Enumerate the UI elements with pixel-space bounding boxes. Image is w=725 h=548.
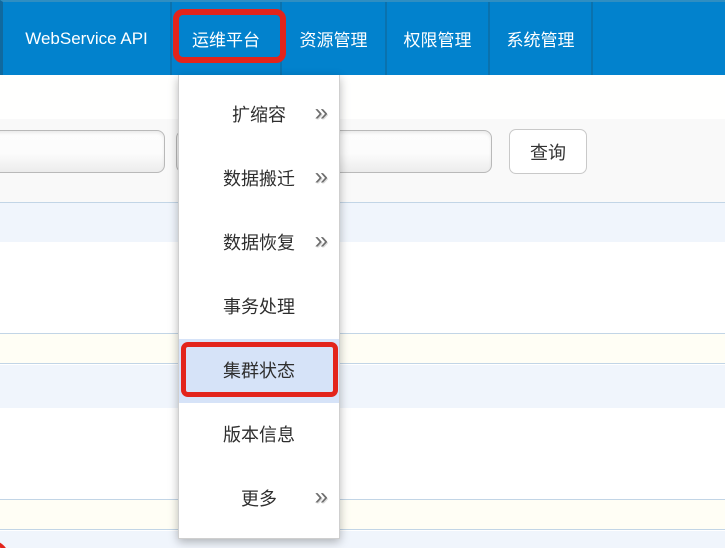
menu-item-label: 扩缩容 bbox=[232, 105, 286, 125]
table-row bbox=[0, 365, 725, 408]
ops-platform-dropdown-menu: 扩缩容 » 数据搬迁 » 数据恢复 » 事务处理 集群状态 版本信息 更多 » bbox=[178, 75, 340, 539]
menu-item-label: 版本信息 bbox=[223, 425, 295, 445]
table-row bbox=[0, 202, 725, 242]
menu-item-label: 集群状态 bbox=[223, 361, 295, 381]
top-navbar: WebService API 运维平台 资源管理 权限管理 系统管理 bbox=[0, 0, 725, 75]
menu-item-label: 事务处理 bbox=[223, 297, 295, 317]
menu-item-label: 数据搬迁 bbox=[223, 169, 295, 189]
menu-item-cluster-status[interactable]: 集群状态 bbox=[179, 339, 339, 403]
menu-item-scale[interactable]: 扩缩容 » bbox=[179, 83, 339, 147]
nav-item-system-mgmt[interactable]: 系统管理 bbox=[488, 2, 593, 75]
menu-item-data-migration[interactable]: 数据搬迁 » bbox=[179, 147, 339, 211]
submenu-arrow-icon: » bbox=[314, 99, 328, 126]
table-row bbox=[0, 333, 725, 364]
nav-item-webservice-api[interactable]: WebService API bbox=[3, 2, 170, 75]
menu-item-transaction[interactable]: 事务处理 bbox=[179, 275, 339, 339]
menu-item-label: 数据恢复 bbox=[223, 233, 295, 253]
nav-item-resource-mgmt[interactable]: 资源管理 bbox=[280, 2, 385, 75]
search-input-left[interactable] bbox=[0, 130, 165, 173]
nav-item-permission-mgmt[interactable]: 权限管理 bbox=[385, 2, 488, 75]
nav-item-ops-platform[interactable]: 运维平台 bbox=[170, 2, 280, 75]
content-white-strip bbox=[0, 75, 725, 119]
submenu-arrow-icon: » bbox=[314, 227, 328, 254]
submenu-arrow-icon: » bbox=[314, 163, 328, 190]
table-row bbox=[0, 531, 725, 548]
query-button[interactable]: 查询 bbox=[509, 129, 587, 174]
menu-item-label: 更多 bbox=[241, 489, 277, 509]
menu-item-data-recovery[interactable]: 数据恢复 » bbox=[179, 211, 339, 275]
table-row bbox=[0, 499, 725, 530]
menu-item-version-info[interactable]: 版本信息 bbox=[179, 403, 339, 467]
menu-item-more[interactable]: 更多 » bbox=[179, 467, 339, 531]
submenu-arrow-icon: » bbox=[314, 483, 328, 510]
